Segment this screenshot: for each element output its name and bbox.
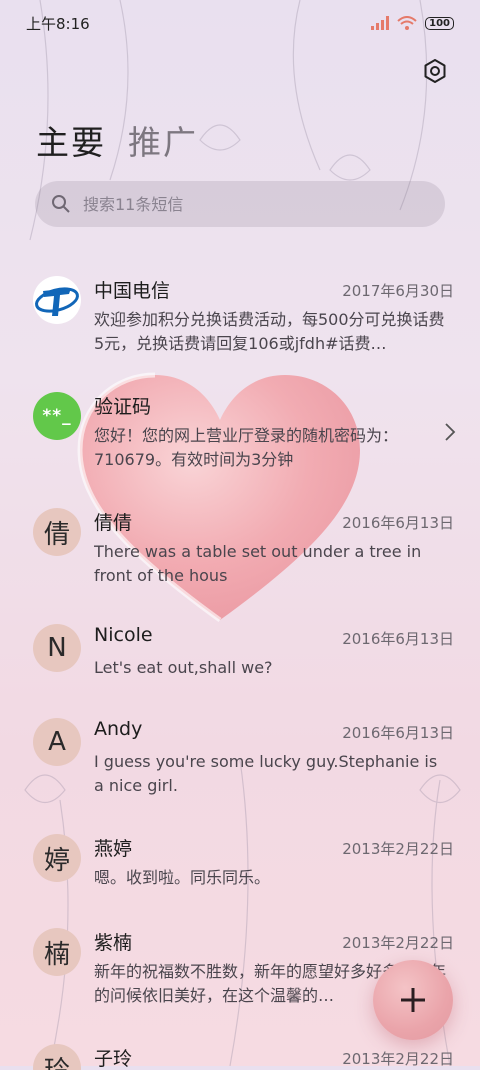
- status-bar: 上午8:16 100: [0, 0, 480, 46]
- contact-name: 中国电信: [94, 280, 171, 302]
- contact-name: Nicole: [94, 624, 153, 646]
- battery-icon: 100: [425, 16, 454, 30]
- contact-name: Andy: [94, 718, 143, 740]
- avatar: 倩: [33, 508, 81, 556]
- message-date: 2013年2月22日: [342, 934, 454, 952]
- avatar: A: [33, 718, 81, 766]
- settings-button[interactable]: [420, 56, 450, 86]
- signal-icon: [371, 16, 390, 30]
- search-input[interactable]: [81, 193, 415, 215]
- avatar: N: [33, 624, 81, 672]
- tab-promotions[interactable]: 推广: [128, 116, 198, 164]
- verification-code-avatar: **_: [33, 392, 81, 440]
- message-preview: I guess you're some lucky guy.Stephanie …: [94, 752, 438, 795]
- contact-name: 紫楠: [94, 932, 133, 954]
- search-icon: [52, 195, 70, 213]
- gear-icon: [424, 59, 446, 83]
- message-preview: There was a table set out under a tree i…: [94, 542, 422, 585]
- conversation-item-verification-code[interactable]: **_ 验证码 您好！您的网上营业厅登录的随机密码为：710679。有效时间为3…: [0, 378, 480, 494]
- plus-icon: [401, 988, 425, 1012]
- chevron-right-icon[interactable]: [444, 422, 456, 442]
- contact-name: 子玲: [94, 1048, 133, 1070]
- conversation-item-yanting[interactable]: 婷 燕婷 2013年2月22日 嗯。收到啦。同乐同乐。: [0, 820, 480, 914]
- message-preview: 欢迎参加积分兑换话费活动，每500分可兑换话费5元，兑换话费请回复106或jfd…: [94, 310, 445, 353]
- message-date: 2017年6月30日: [342, 282, 454, 300]
- message-date: 2016年6月13日: [342, 724, 454, 742]
- wifi-icon: [397, 15, 417, 30]
- search-bar[interactable]: [35, 181, 445, 227]
- contact-name: 倩倩: [94, 512, 133, 534]
- china-telecom-logo-icon: [34, 277, 80, 323]
- contact-name: 验证码: [94, 396, 152, 418]
- message-preview: 嗯。收到啦。同乐同乐。: [94, 868, 271, 887]
- message-preview: 您好！您的网上营业厅登录的随机密码为：710679。有效时间为3分钟: [94, 426, 399, 469]
- avatar: 玲: [33, 1044, 81, 1070]
- status-icons: 100: [371, 15, 454, 31]
- contact-name: 燕婷: [94, 838, 133, 860]
- tab-bar: 主要 推广: [36, 116, 198, 164]
- tab-primary[interactable]: 主要: [36, 116, 106, 164]
- china-telecom-logo-avatar: [33, 276, 81, 324]
- conversation-item-qianqian[interactable]: 倩 倩倩 2016年6月13日 There was a table set ou…: [0, 494, 480, 610]
- message-preview: Let's eat out,shall we?: [94, 658, 273, 677]
- message-date: 2013年2月22日: [342, 840, 454, 858]
- conversation-item-nicole[interactable]: N Nicole 2016年6月13日 Let's eat out,shall …: [0, 610, 480, 704]
- conversation-item-andy[interactable]: A Andy 2016年6月13日 I guess you're some lu…: [0, 704, 480, 820]
- avatar: 楠: [33, 928, 81, 976]
- message-date: 2016年6月13日: [342, 514, 454, 532]
- avatar: 婷: [33, 834, 81, 882]
- message-date: 2016年6月13日: [342, 630, 454, 648]
- new-message-button[interactable]: [373, 960, 453, 1040]
- status-time: 上午8:16: [26, 14, 90, 33]
- conversation-item-china-telecom[interactable]: 中国电信 2017年6月30日 欢迎参加积分兑换话费活动，每500分可兑换话费5…: [0, 262, 480, 378]
